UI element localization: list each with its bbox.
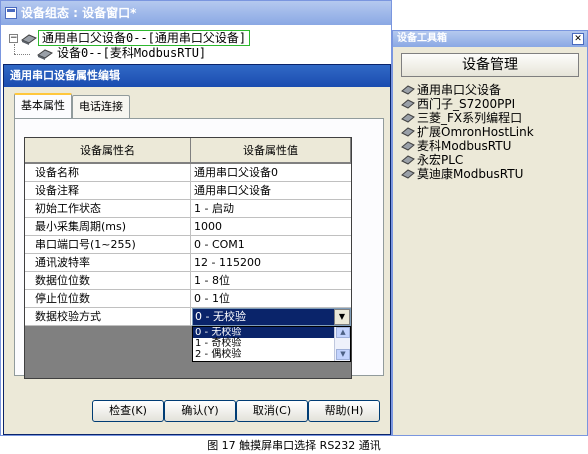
property-name: 数据校验方式 (25, 308, 191, 325)
close-icon[interactable]: ✕ (572, 33, 584, 45)
table-row[interactable]: 初始工作状态 1 - 启动 (25, 200, 351, 218)
tree-item-root[interactable]: 通用串口父设备0--[通用串口父设备] (38, 30, 251, 46)
window-titlebar: 设备组态 : 设备窗口* (1, 1, 391, 25)
table-row[interactable]: 串口端口号(1~255) 0 - COM1 (25, 236, 351, 254)
device-driver-icon (401, 155, 415, 165)
property-name: 通讯波特率 (25, 254, 191, 271)
toolbox-item-label: 永宏PLC (417, 153, 464, 167)
chevron-down-icon[interactable]: ▼ (334, 309, 350, 325)
property-name: 设备注释 (25, 182, 191, 199)
device-toolbox: 设备工具箱 ✕ 设备管理 通用串口父设备 西门子_S7200PPI 三菱_FX系… (392, 30, 588, 436)
property-value[interactable]: 0 - 1位 (191, 290, 351, 307)
property-value[interactable]: 1 - 启动 (191, 200, 351, 217)
device-tree-icon (21, 34, 37, 45)
table-row[interactable]: 通讯波特率 12 - 115200 (25, 254, 351, 272)
device-driver-icon (401, 85, 415, 95)
check-button[interactable]: 检查(K) (92, 400, 164, 422)
toolbox-item-label: 西门子_S7200PPI (417, 97, 516, 111)
tree-connector (14, 54, 30, 55)
dropdown-option[interactable]: 2 - 偶校验 (193, 349, 334, 360)
parity-combobox[interactable]: 0 - 无校验 ▼ (192, 308, 351, 326)
property-name: 数据位位数 (25, 272, 191, 289)
device-driver-icon (401, 169, 415, 179)
property-name: 串口端口号(1~255) (25, 236, 191, 253)
table-row[interactable]: 设备注释 通用串口父设备 (25, 182, 351, 200)
device-manage-button[interactable]: 设备管理 (401, 53, 579, 77)
device-driver-icon (401, 127, 415, 137)
dropdown-option[interactable]: 1 - 奇校验 (193, 338, 334, 349)
toolbox-titlebar: 设备工具箱 ✕ (393, 31, 587, 47)
toolbox-title: 设备工具箱 (397, 33, 447, 44)
property-name: 停止位位数 (25, 290, 191, 307)
figure-caption: 图 17 触摸屏串口选择 RS232 通讯 (207, 439, 381, 452)
device-tree-icon (37, 49, 53, 60)
table-row[interactable]: 数据位位数 1 - 8位 (25, 272, 351, 290)
property-dialog: 通用串口设备属性编辑 基本属性 电话连接 设备属性名 设备属性值 设备名称 通用… (3, 64, 391, 435)
grid-header-value: 设备属性值 (191, 138, 351, 163)
confirm-button[interactable]: 确认(Y) (164, 400, 236, 422)
window-title: 设备组态 : 设备窗口* (21, 6, 137, 20)
table-row[interactable]: 停止位位数 0 - 1位 (25, 290, 351, 308)
toolbox-item-label: 通用串口父设备 (417, 83, 502, 97)
cancel-button[interactable]: 取消(C) (236, 400, 308, 422)
help-button[interactable]: 帮助(H) (308, 400, 380, 422)
toolbox-item-label: 麦科ModbusRTU (417, 139, 512, 153)
scroll-down-icon[interactable]: ▼ (336, 349, 350, 360)
device-driver-icon (401, 113, 415, 123)
property-name: 初始工作状态 (25, 200, 191, 217)
property-value[interactable]: 12 - 115200 (191, 254, 351, 271)
property-name: 最小采集周期(ms) (25, 218, 191, 235)
toolbox-item-label: 三菱_FX系列编程口 (417, 111, 523, 125)
table-row[interactable]: 最小采集周期(ms) 1000 (25, 218, 351, 236)
property-value[interactable]: 通用串口父设备0 (191, 164, 351, 181)
window-app-icon (5, 7, 17, 19)
device-config-window: 设备组态 : 设备窗口* − 通用串口父设备0--[通用串口父设备] 设备0--… (0, 0, 392, 436)
property-value[interactable]: 通用串口父设备 (191, 182, 351, 199)
tree-collapse-icon[interactable]: − (9, 34, 18, 43)
grid-header-name: 设备属性名 (25, 138, 191, 163)
dropdown-option[interactable]: 0 - 无校验 (193, 327, 334, 338)
table-row[interactable]: 设备名称 通用串口父设备0 (25, 164, 351, 182)
scroll-up-icon[interactable]: ▲ (336, 327, 350, 338)
property-name: 设备名称 (25, 164, 191, 181)
dropdown-scrollbar[interactable]: ▲ ▼ (334, 327, 350, 361)
dialog-titlebar: 通用串口设备属性编辑 (4, 65, 390, 87)
property-value[interactable]: 0 - COM1 (191, 236, 351, 253)
parity-dropdown-list: 0 - 无校验 1 - 奇校验 2 - 偶校验 ▲ ▼ (192, 326, 351, 362)
device-driver-icon (401, 99, 415, 109)
toolbox-item-label: 扩展OmronHostLink (417, 125, 534, 139)
device-driver-icon (401, 141, 415, 151)
tree-connector (14, 44, 15, 54)
tab-phone-connection[interactable]: 电话连接 (72, 95, 130, 119)
property-value[interactable]: 1000 (191, 218, 351, 235)
tree-item-child[interactable]: 设备0--[麦科ModbusRTU] (57, 46, 206, 62)
property-value[interactable]: 1 - 8位 (191, 272, 351, 289)
parity-selected-value: 0 - 无校验 (195, 310, 246, 323)
toolbox-item-label: 莫迪康ModbusRTU (417, 167, 524, 181)
tab-basic-properties[interactable]: 基本属性 (14, 93, 72, 119)
